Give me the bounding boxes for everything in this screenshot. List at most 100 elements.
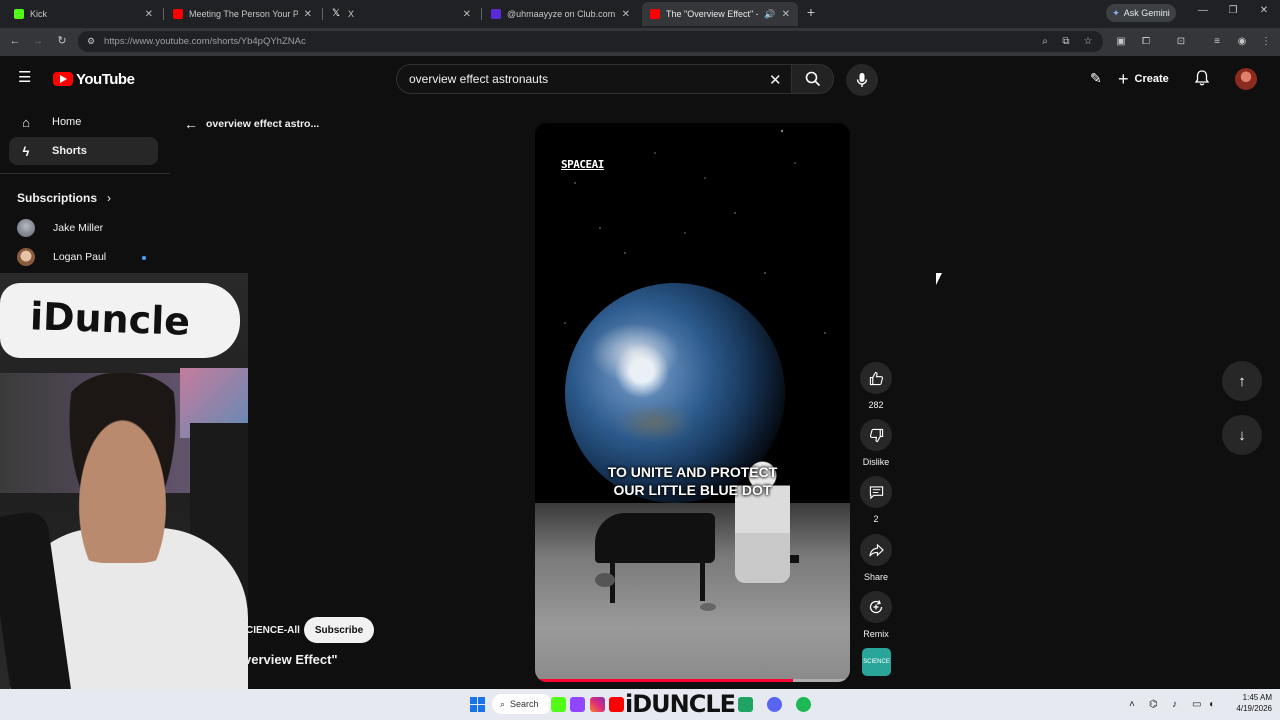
hamburger-menu-icon[interactable]: ☰ [18,70,34,86]
browser-tab-overview-effect[interactable]: The "Overview Effect" - You 🔊 ✕ [642,2,798,26]
comments-button[interactable] [860,476,892,508]
voice-search-button[interactable] [846,64,878,96]
network-icon[interactable]: ⌬ [1149,699,1158,710]
clock-date: 4/19/2026 [1236,704,1272,713]
channel-avatar [17,219,35,237]
search-input[interactable] [409,72,749,86]
moon-rock [595,573,615,587]
arrow-down-icon: ↓ [1238,426,1246,444]
url-text: https://www.youtube.com/shorts/Yb4pQYhZN… [104,36,306,47]
video-progress-bar[interactable] [535,679,850,682]
share-button[interactable] [860,534,892,566]
volume-icon[interactable]: ◖ [1208,699,1214,710]
taskbar-search[interactable]: ⌕ Search [492,694,552,714]
dislike-button[interactable] [860,419,892,451]
subscriptions-label: Subscriptions [17,191,98,205]
discord-app-icon[interactable] [767,697,782,712]
taskbar-clock[interactable]: 1:45 AM 4/19/2026 [1224,692,1272,714]
bookmark-star-icon[interactable]: ☆ [1082,36,1094,48]
browser-tab-club[interactable]: @uhmaayyze on Club.com ✕ [483,2,638,26]
tab-close-icon[interactable]: ✕ [145,9,153,20]
browser-tab-x[interactable]: 𝕏 X ✕ [324,2,479,26]
account-avatar[interactable] [1235,68,1257,90]
youtube-logo[interactable]: YouTube [53,70,135,88]
notifications-bell-icon[interactable] [1194,70,1210,89]
restore-icon[interactable]: ❐ [1225,5,1241,21]
search-button[interactable] [792,64,834,94]
profile-icon[interactable]: ◉ [1236,36,1248,48]
ask-gemini-label: Ask Gemini [1123,8,1170,18]
new-tab-plus-icon[interactable]: + [803,4,819,22]
club-favicon-icon [491,9,501,19]
youtube-wordmark: YouTube [76,70,135,88]
media-icon[interactable]: ≡ [1211,36,1223,48]
sidebar-item-label: Home [52,116,82,128]
reload-icon[interactable]: ↻ [55,34,69,48]
chat-app-icon[interactable] [738,697,753,712]
channel-avatar [17,248,35,266]
like-button[interactable] [860,362,892,394]
tab-close-icon[interactable]: ✕ [463,9,471,20]
caption-line: OUR LITTLE BLUE DOT [613,482,772,498]
tray-mic-icon[interactable]: ♪ [1172,699,1177,710]
next-short-button[interactable]: ↓ [1222,415,1262,455]
create-button[interactable]: + Create [1118,69,1169,89]
instagram-app-icon[interactable] [590,697,605,712]
back-to-search-link[interactable]: ← overview effect astro... [184,116,319,132]
share-label: Share [863,572,889,582]
extensions-puzzle-icon[interactable]: ⧠ [1140,36,1152,48]
back-link-label: overview effect astro... [206,118,320,130]
cast-icon[interactable]: ⊡ [1175,36,1187,48]
short-channel-name[interactable]: CIENCE-All [246,625,300,636]
sidebar-item-home[interactable]: ⌂ Home [9,108,158,136]
stream-overlay-text: iDUNCLE [625,690,736,718]
subscription-jake-miller[interactable]: Jake Miller [17,218,103,238]
browser-tab-meeting[interactable]: Meeting The Person Your Partn ✕ [165,2,320,26]
windows-start-icon[interactable] [470,697,485,712]
clear-search-icon[interactable]: ✕ [769,71,782,89]
back-arrow-icon[interactable]: ← [8,34,22,48]
thumbs-down-icon [869,428,883,442]
spotify-app-icon[interactable] [796,697,811,712]
plus-icon: + [1118,69,1129,89]
subscribe-button[interactable]: Subscribe [304,617,374,643]
video-progress-fill [535,679,794,682]
kick-app-icon[interactable] [551,697,566,712]
remix-button[interactable] [860,591,892,623]
extension-a-icon[interactable]: ▣ [1115,36,1127,48]
browser-menu-icon[interactable]: ⋮ [1260,36,1272,48]
short-video-player[interactable]: SPACEAI TO UNITE AND PROTECT OUR LITTLE … [535,123,850,682]
thumbs-up-icon [869,371,883,385]
subscriptions-heading[interactable]: Subscriptions › [17,191,111,205]
url-bar[interactable]: ⚙ https://www.youtube.com/shorts/Yb4pQYh… [78,31,1103,52]
browser-tab-kick[interactable]: Kick ✕ [6,2,161,26]
twitch-app-icon[interactable] [570,697,585,712]
site-info-icon[interactable]: ⚙ [87,31,95,52]
like-count: 282 [868,400,884,410]
piano [595,513,715,563]
moon-rock [700,603,716,611]
forward-arrow-icon[interactable]: → [31,34,45,48]
tab-close-icon[interactable]: ✕ [304,9,312,20]
close-window-icon[interactable]: ✕ [1256,5,1272,21]
streamer-webcam-overlay: iDuncle [0,273,248,720]
youtube-app-icon[interactable] [609,697,624,712]
clock-time: 1:45 AM [1242,693,1272,702]
ai-sparkle-icon[interactable]: ✎ [1090,70,1102,87]
ask-gemini-button[interactable]: ✦ Ask Gemini [1106,4,1176,22]
tray-chevron-icon[interactable]: ˄ [1129,699,1135,710]
subscription-logan-paul[interactable]: Logan Paul [17,247,106,267]
tab-close-icon[interactable]: ✕ [622,9,630,20]
minimize-icon[interactable]: — [1195,5,1211,21]
short-title: verview Effect" [244,652,338,667]
sidebar-item-shorts[interactable]: ϟ Shorts [9,137,158,165]
display-icon[interactable]: ▭ [1192,699,1201,710]
create-label: Create [1134,73,1169,85]
channel-name: Logan Paul [53,251,107,263]
speaker-icon[interactable]: 🔊 [764,9,775,20]
tab-close-icon[interactable]: ✕ [782,9,790,20]
install-app-icon[interactable]: ⧉ [1060,36,1072,48]
previous-short-button[interactable]: ↑ [1222,361,1262,401]
channel-thumbnail[interactable]: SCIENCE [862,648,891,676]
zoom-icon[interactable]: ⌕ [1039,36,1051,48]
